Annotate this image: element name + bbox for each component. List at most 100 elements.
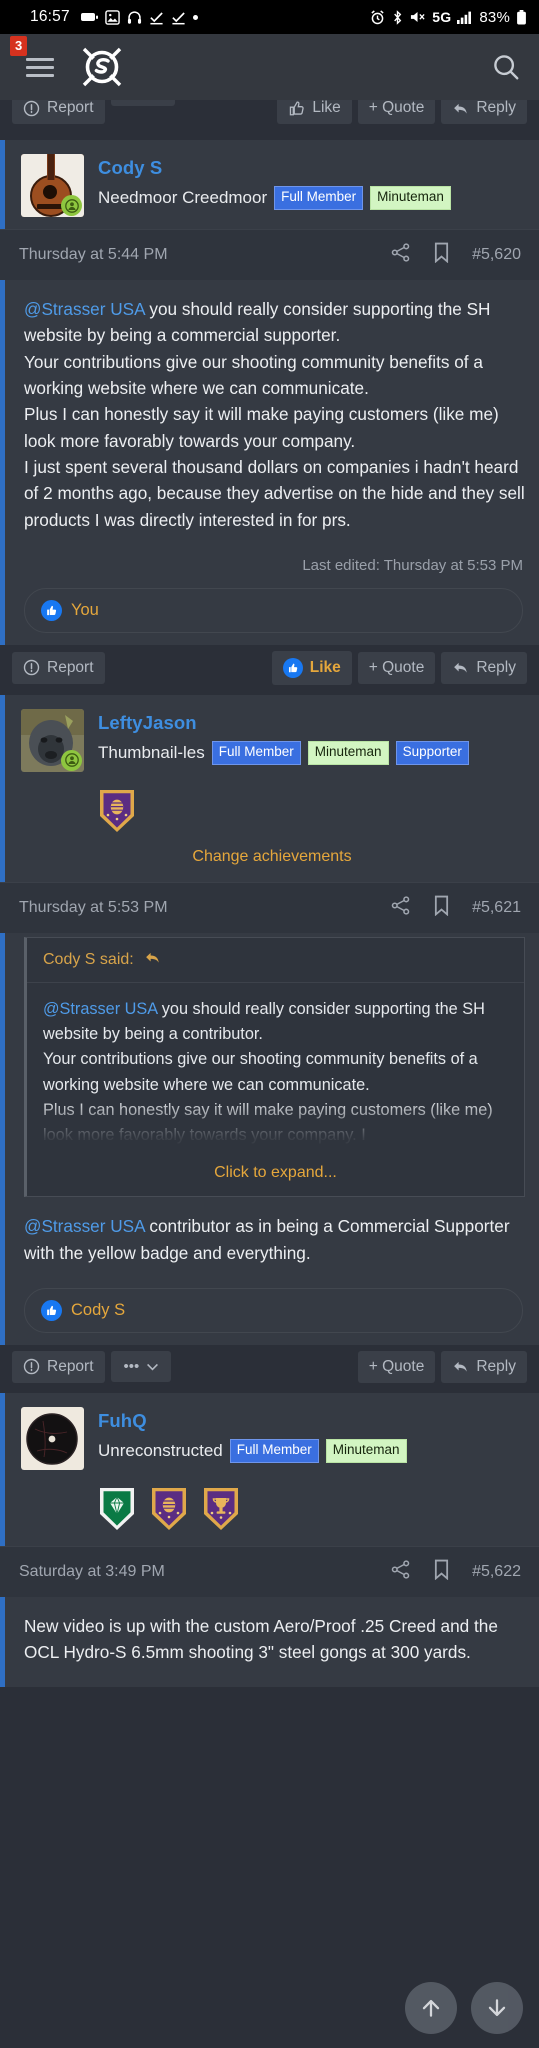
scroll-to-bottom-button[interactable] [471,1982,523,2034]
badge-full-member: Full Member [211,740,301,765]
change-achievements-link[interactable]: Change achievements [5,846,539,882]
photo-icon [105,9,120,25]
avatar[interactable] [21,154,84,217]
post-header: LeftyJason Thumbnail-les Full Member Min… [5,695,539,784]
headphones-icon [127,10,142,25]
post-body: @Strasser USA contributor as in being a … [5,1199,539,1270]
scroll-to-top-button[interactable] [405,1982,457,2034]
post-5622: FuhQ Unreconstructed Full Member Minutem… [0,1392,539,1546]
reply-label: Reply [476,658,516,676]
user-title-row: Unreconstructed Full Member Minuteman [98,1438,407,1463]
post-body: New video is up with the custom Aero/Pro… [24,1615,498,1663]
more-options-label: ••• [123,1358,140,1376]
avatar[interactable] [21,1406,84,1470]
share-icon[interactable] [390,242,411,268]
post-5620: Cody S Needmoor Creedmoor Full Member Mi… [0,140,539,229]
signal-bars-icon [457,11,473,24]
user-mention-link[interactable]: @Strasser USA [24,299,145,319]
download-complete-icon [171,10,186,25]
bookmark-icon[interactable] [433,1559,450,1585]
share-icon[interactable] [390,1559,411,1585]
username-link[interactable]: Cody S [98,157,451,179]
like-button[interactable]: Like [271,650,352,685]
reply-button[interactable]: Reply [441,651,527,684]
reply-button[interactable]: Reply [441,1350,527,1383]
like-label: Like [312,100,341,116]
post-header: FuhQ Unreconstructed Full Member Minutem… [5,1393,539,1482]
report-button[interactable]: Report [12,100,105,124]
badge-full-member: Full Member [229,1438,319,1463]
report-button[interactable]: Report [12,651,105,684]
green-diamond-shield-trophy-icon[interactable] [97,1486,137,1532]
post-timestamp[interactable]: Thursday at 5:44 PM [19,246,168,264]
purple-trophy-shield-trophy-icon[interactable] [201,1486,241,1532]
reaction-bar: You [5,578,539,645]
purple-beehive-shield-trophy-icon[interactable] [149,1486,189,1532]
user-mention-link[interactable]: @Strasser USA [43,1000,157,1018]
user-title-row: Needmoor Creedmoor Full Member Minuteman [98,186,451,210]
battery-percent-label: 83% [479,8,510,26]
trophy-list [5,1482,539,1546]
post-meta-5622: Saturday at 3:49 PM #5,622 [0,1545,539,1597]
bluetooth-icon [391,9,404,25]
badge-minuteman: Minuteman [325,1438,407,1463]
reply-label: Reply [476,100,516,116]
report-button[interactable]: Report [12,1350,105,1383]
share-icon[interactable] [390,895,411,921]
more-options-button[interactable] [110,100,175,106]
post-5620-body-wrap: @Strasser USA you should really consider… [0,280,539,645]
bookmark-icon[interactable] [433,242,450,268]
quote-attribution[interactable]: Cody S said: [27,938,524,983]
like-button[interactable]: Like [277,100,352,124]
quote-body: @Strasser USA you should really consider… [27,983,524,1153]
mute-icon [410,10,426,24]
hamburger-menu-icon[interactable] [26,57,54,77]
quote-jump-icon[interactable] [144,950,161,970]
user-info: Cody S Needmoor Creedmoor Full Member Mi… [98,154,451,217]
user-title-row: Thumbnail-les Full Member Minuteman Supp… [98,740,469,765]
bookmark-icon[interactable] [433,895,450,921]
thumbs-up-icon [41,1299,62,1321]
post-meta-icons: #5,622 [390,1559,521,1585]
reaction-pill[interactable]: Cody S [24,1287,523,1333]
post-meta-5621: Thursday at 5:53 PM #5,621 [0,881,539,933]
post-number[interactable]: #5,621 [472,899,521,917]
post-timestamp[interactable]: Thursday at 5:53 PM [19,899,168,917]
thumbs-up-icon [282,657,303,678]
quote-button[interactable]: + Quote [357,651,436,684]
purple-beehive-shield-trophy-icon[interactable] [97,788,137,834]
search-icon[interactable] [489,50,523,84]
scroll-fab-group [405,1982,523,2034]
post-number[interactable]: #5,620 [472,246,521,264]
chevron-down-icon [147,1358,159,1375]
quote-expand-link[interactable]: Click to expand... [27,1152,524,1196]
badge-supporter: Supporter [395,740,469,765]
user-mention-link[interactable]: @Strasser USA [24,1216,145,1236]
app-navbar: 3 [0,34,539,100]
battery-icon [516,9,527,25]
reply-button[interactable]: Reply [441,100,527,124]
username-link[interactable]: LeftyJason [98,712,469,734]
user-title: Thumbnail-les [98,742,205,762]
post-5621: LeftyJason Thumbnail-les Full Member Min… [0,694,539,882]
reaction-pill[interactable]: You [24,587,523,633]
username-link[interactable]: FuhQ [98,1410,407,1432]
report-label: Report [47,1357,94,1375]
avatar[interactable] [21,708,84,772]
post-meta-icons: #5,621 [390,895,521,921]
post-timestamp[interactable]: Saturday at 3:49 PM [19,1563,165,1581]
sniper-hide-logo-icon[interactable] [76,41,128,93]
post-body-text: you should really consider supporting th… [24,299,525,530]
quote-button[interactable]: + Quote [357,1350,436,1383]
badge-minuteman: Minuteman [370,186,451,210]
more-options-button[interactable]: ••• [110,1351,172,1383]
post-number[interactable]: #5,622 [472,1563,521,1581]
quote-wrapper: Cody S said: @Strasser USA you should re… [5,933,539,1200]
user-info: FuhQ Unreconstructed Full Member Minutem… [98,1407,407,1470]
quote-label: + Quote [368,1357,425,1375]
post-body: @Strasser USA you should really consider… [5,280,539,541]
alarm-icon [370,9,385,25]
quote-button[interactable]: + Quote [357,100,436,124]
quote-fade-overlay [27,1098,524,1153]
download-complete-icon [149,10,164,25]
